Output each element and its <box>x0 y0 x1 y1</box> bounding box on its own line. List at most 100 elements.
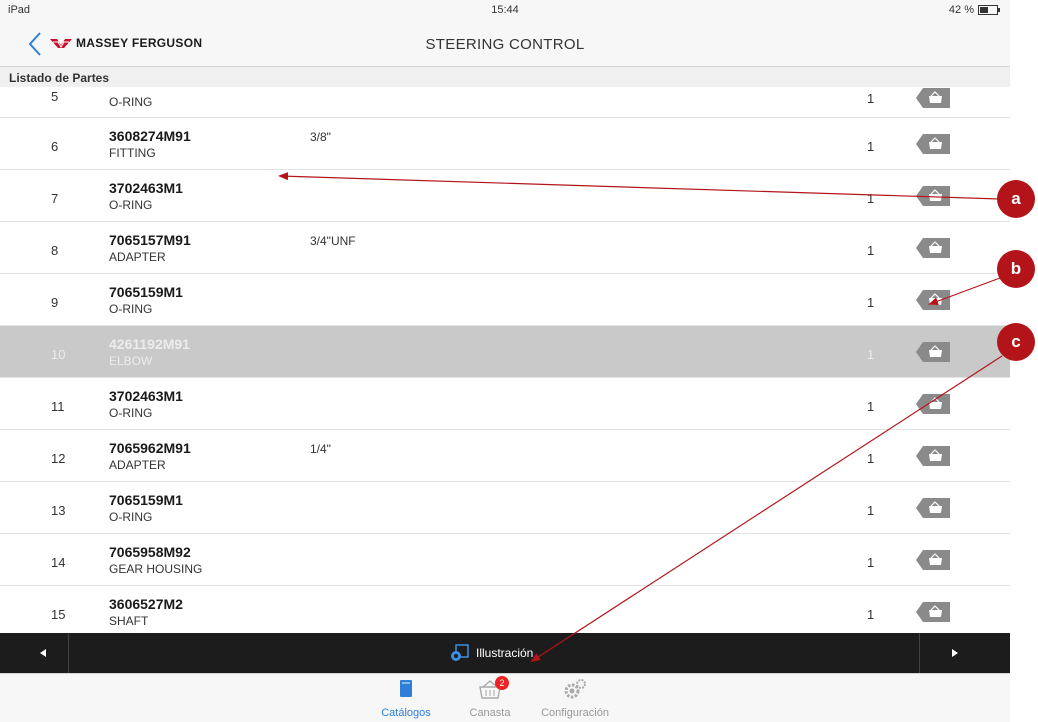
table-row[interactable]: 13 7065159M1 O-RING 1 <box>0 482 1010 534</box>
part-number: 7065958M92 <box>109 544 191 560</box>
quantity: 1 <box>867 399 875 414</box>
add-to-cart-button[interactable] <box>915 445 951 467</box>
add-to-cart-button[interactable] <box>915 497 951 519</box>
navigation-bar: MASSEY FERGUSON STEERING CONTROL <box>0 22 1010 67</box>
basket-icon <box>915 446 951 471</box>
table-row[interactable]: 7 3702463M1 O-RING 1 <box>0 170 1010 222</box>
add-to-cart-button[interactable] <box>915 237 951 259</box>
part-number: 7065159M1 <box>109 492 183 508</box>
quantity: 1 <box>867 347 875 362</box>
part-spec: 3/4"UNF <box>310 234 356 248</box>
table-row[interactable]: 6 3608274M91 FITTING 3/8" 1 <box>0 118 1010 170</box>
tab-bar: Catálogos 2 Canasta Configuración <box>0 673 1010 722</box>
table-row[interactable]: 10 4261192M91 ELBOW 1 <box>0 326 1010 378</box>
arrow-right-icon <box>952 649 958 657</box>
basket-icon <box>915 498 951 523</box>
cart-count-badge: 2 <box>495 676 509 690</box>
illustration-icon <box>451 644 469 661</box>
add-to-cart-button[interactable] <box>915 549 951 571</box>
basket-icon <box>915 290 951 315</box>
arrow-left-icon <box>40 649 46 657</box>
tab-catalogos[interactable]: Catálogos <box>361 678 451 719</box>
item-number: 8 <box>51 243 59 258</box>
previous-button[interactable] <box>0 633 69 673</box>
table-row[interactable]: 12 7065962M91 ADAPTER 1/4" 1 <box>0 430 1010 482</box>
part-number: 4261192M91 <box>109 336 190 352</box>
basket-icon <box>915 602 951 627</box>
table-row[interactable]: 8 7065157M91 ADAPTER 3/4"UNF 1 <box>0 222 1010 274</box>
gear-icon <box>564 679 586 699</box>
part-number: 3702463M1 <box>109 388 183 404</box>
item-number: 5 <box>51 89 59 104</box>
part-number: 3702463M1 <box>109 180 183 196</box>
item-number: 7 <box>51 191 59 206</box>
part-description: GEAR HOUSING <box>109 562 203 576</box>
illustration-label: Illustración <box>476 646 534 660</box>
book-icon <box>400 680 412 697</box>
part-description: O-RING <box>109 406 153 420</box>
part-description: ADAPTER <box>109 250 166 264</box>
part-description: O-RING <box>109 198 153 212</box>
part-number: 7065159M1 <box>109 284 183 300</box>
item-number: 9 <box>51 295 59 310</box>
add-to-cart-button[interactable] <box>915 87 951 109</box>
section-header: Listado de Partes <box>0 67 1010 87</box>
item-number: 10 <box>51 347 66 362</box>
add-to-cart-button[interactable] <box>915 185 951 207</box>
basket-icon <box>915 394 951 419</box>
tab-label: Configuración <box>541 707 609 719</box>
battery-icon <box>978 5 1000 15</box>
part-number: 7065157M91 <box>109 232 191 248</box>
basket-icon <box>915 342 951 367</box>
part-number: 7065962M91 <box>109 440 191 456</box>
battery-percent: 42 % <box>948 4 974 16</box>
part-number: 3606527M2 <box>109 596 183 612</box>
page-title: STEERING CONTROL <box>425 36 585 53</box>
part-description: FITTING <box>109 146 156 160</box>
tab-label: Canasta <box>469 707 511 719</box>
item-number: 13 <box>51 503 66 518</box>
add-to-cart-button[interactable] <box>915 289 951 311</box>
tab-canasta[interactable]: 2 Canasta <box>445 676 535 719</box>
item-number: 15 <box>51 607 66 622</box>
table-row[interactable]: 15 3606527M2 SHAFT 1 <box>0 586 1010 633</box>
part-description: SHAFT <box>109 614 149 628</box>
clock: 15:44 <box>491 4 519 16</box>
callout-b: b <box>997 250 1035 288</box>
tab-label: Catálogos <box>381 707 431 719</box>
quantity: 1 <box>867 295 875 310</box>
item-number: 12 <box>51 451 66 466</box>
add-to-cart-button[interactable] <box>915 601 951 623</box>
table-row[interactable]: 9 7065159M1 O-RING 1 <box>0 274 1010 326</box>
basket-icon <box>915 238 951 263</box>
add-to-cart-button[interactable] <box>915 393 951 415</box>
quantity: 1 <box>867 243 875 258</box>
item-number: 11 <box>51 399 65 414</box>
add-to-cart-button[interactable] <box>915 341 951 363</box>
callout-a: a <box>997 180 1035 218</box>
app-screen: iPad 15:44 42 % MASSEY FERGUSON STEERING… <box>0 0 1010 722</box>
quantity: 1 <box>867 451 875 466</box>
next-button[interactable] <box>919 633 1010 673</box>
part-description: ADAPTER <box>109 458 166 472</box>
illustration-button[interactable]: Illustración <box>450 643 533 663</box>
quantity: 1 <box>867 139 875 154</box>
table-row[interactable]: 11 3702463M1 O-RING 1 <box>0 378 1010 430</box>
item-number: 14 <box>51 555 66 570</box>
section-header-label: Listado de Partes <box>9 71 110 85</box>
bottom-toolbar: Illustración <box>0 633 1010 673</box>
parts-list[interactable]: 5 O-RING 1 6 3608274M91 FITTING 3/8" 1 7 3702463M… <box>0 87 1010 633</box>
part-spec: 1/4" <box>310 442 331 456</box>
quantity: 1 <box>867 91 875 106</box>
part-description: O-RING <box>109 302 153 316</box>
table-row[interactable]: 14 7065958M92 GEAR HOUSING 1 <box>0 534 1010 586</box>
add-to-cart-button[interactable] <box>915 133 951 155</box>
basket-icon <box>915 550 951 575</box>
basket-icon <box>915 186 951 211</box>
table-row[interactable]: 5 O-RING 1 <box>0 87 1010 118</box>
quantity: 1 <box>867 191 875 206</box>
quantity: 1 <box>867 607 875 622</box>
tab-configuracion[interactable]: Configuración <box>530 678 620 719</box>
quantity: 1 <box>867 555 875 570</box>
status-right: 42 % <box>948 4 1000 16</box>
